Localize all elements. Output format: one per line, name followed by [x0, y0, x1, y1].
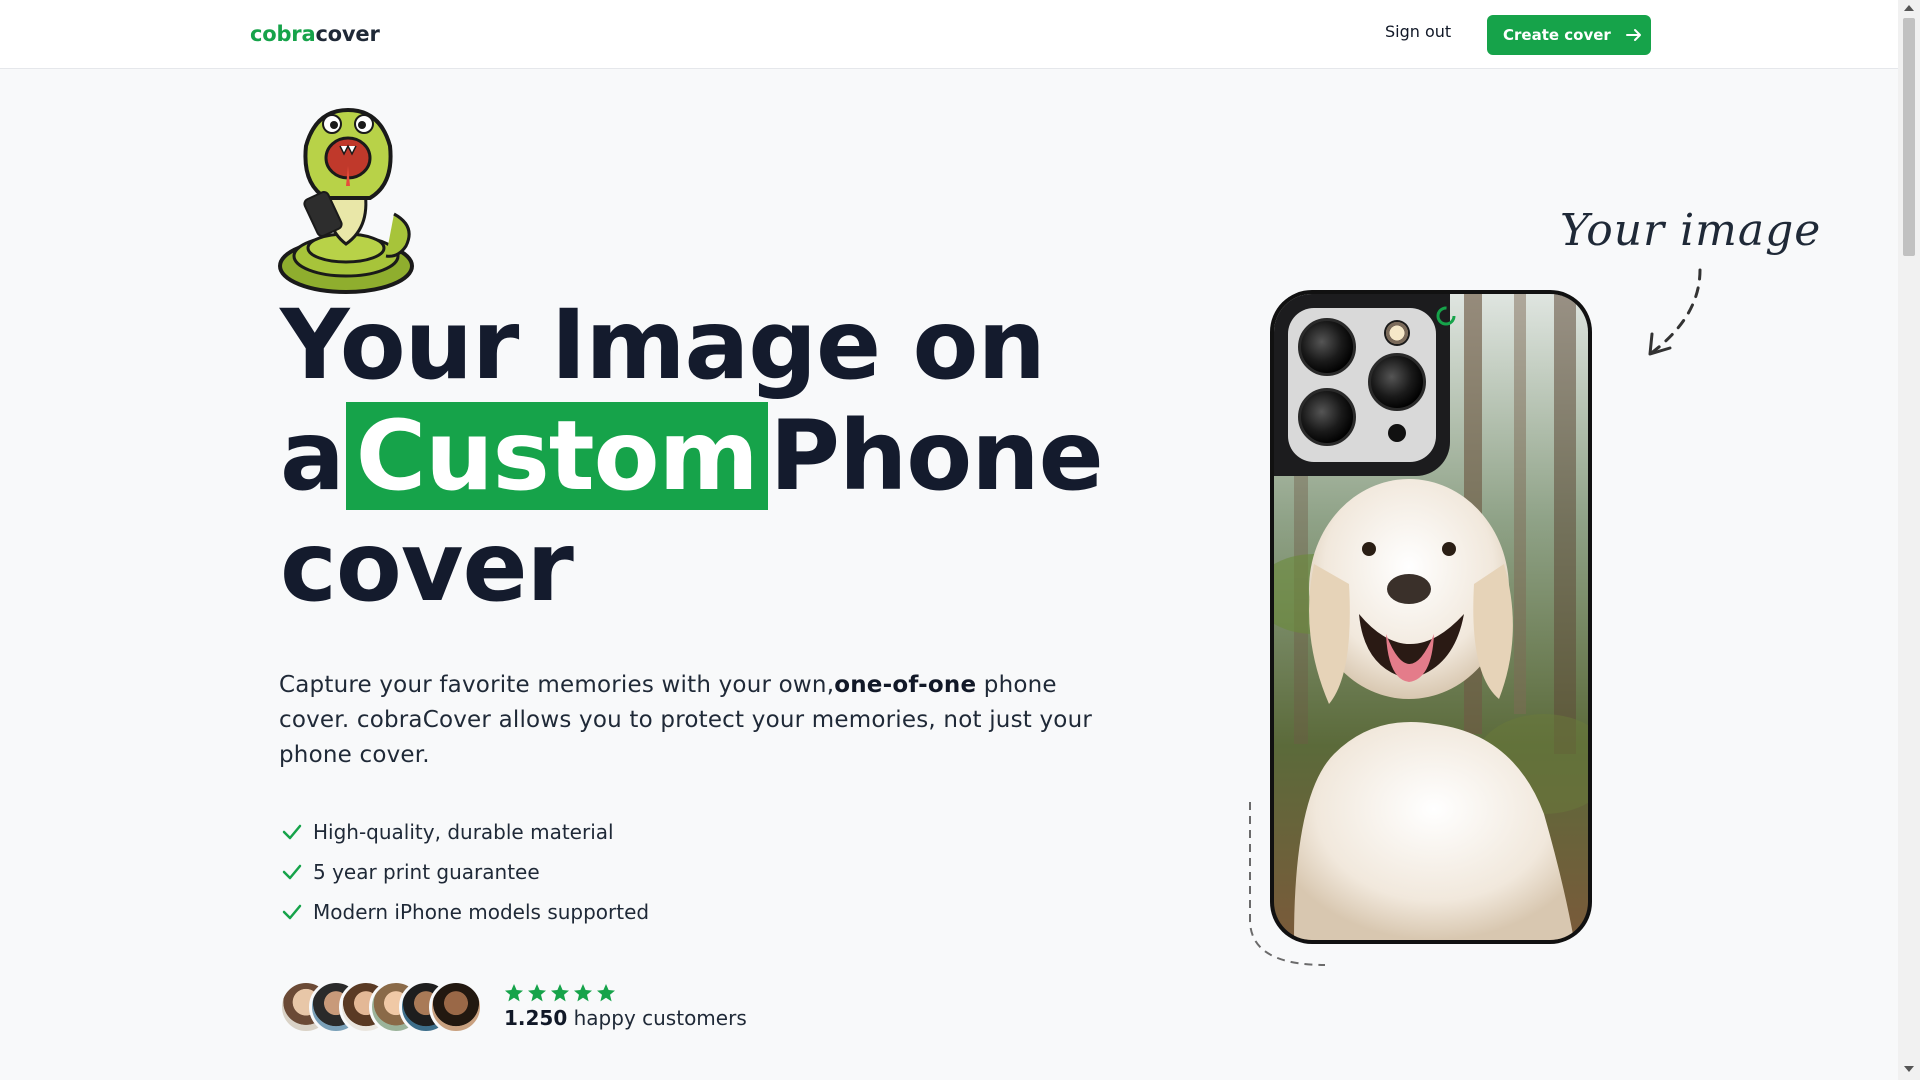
brand-logo[interactable]: cobracover: [250, 22, 380, 46]
star-icon: [528, 984, 546, 1002]
create-cover-button[interactable]: Create cover: [1487, 15, 1651, 55]
flash-icon: [1384, 320, 1410, 346]
camera-lens-icon: [1298, 388, 1356, 446]
feature-list: High-quality, durable material 5 year pr…: [281, 812, 649, 932]
page-scrollbar[interactable]: [1898, 0, 1920, 1080]
headline-line-2: a Custom Phone: [280, 400, 1104, 512]
star-icon: [505, 984, 523, 1002]
feature-label: Modern iPhone models supported: [313, 900, 650, 924]
hero-headline: Your Image on a Custom Phone cover: [280, 289, 1104, 623]
avatar: [429, 980, 483, 1034]
headline-highlight: Custom: [345, 402, 768, 510]
desc-bold: one-of-one: [834, 672, 977, 698]
social-proof: 1.250 happy customers: [279, 980, 1039, 1034]
star-icon: [551, 984, 569, 1002]
headline-line-3: cover: [280, 511, 574, 623]
customers-label: happy customers: [567, 1006, 747, 1030]
headline-prefix: a: [280, 400, 345, 512]
camera-lens-icon: [1298, 318, 1356, 376]
feature-label: High-quality, durable material: [313, 820, 614, 844]
top-navbar: cobracover Sign out Create cover: [0, 0, 1898, 69]
headline-suffix: Phone: [769, 400, 1104, 512]
phone-cover-preview: [1270, 290, 1592, 944]
loading-ring-icon: [1436, 306, 1456, 326]
scroll-thumb[interactable]: [1903, 18, 1915, 256]
rating-stars: [504, 983, 616, 1003]
brand-logo-primary: cobra: [250, 22, 316, 46]
brand-logo-secondary: cover: [315, 22, 380, 46]
camera-plate: [1288, 308, 1436, 462]
feature-item: 5 year print guarantee: [281, 852, 649, 892]
cobra-snake-icon: [278, 107, 414, 294]
your-image-annotation: Your image: [1560, 205, 1822, 256]
camera-module: [1274, 294, 1450, 476]
headline-line-1: Your Image on: [280, 289, 1046, 401]
feature-label: 5 year print guarantee: [313, 860, 540, 884]
sensor-icon: [1388, 424, 1406, 442]
star-icon: [574, 984, 592, 1002]
check-icon: [282, 864, 302, 880]
scroll-up-icon[interactable]: [1904, 5, 1914, 11]
check-icon: [282, 904, 302, 920]
feature-item: Modern iPhone models supported: [281, 892, 649, 932]
scroll-down-icon[interactable]: [1904, 1066, 1914, 1072]
phone-image: [1274, 294, 1588, 940]
desc-part-1: Capture your favorite memories with your…: [279, 672, 835, 698]
customers-count: 1.250 happy customers: [504, 1006, 747, 1030]
feature-item: High-quality, durable material: [281, 812, 649, 852]
dashed-arrow-icon: [1648, 268, 1702, 356]
arrow-right-icon: [1625, 29, 1641, 41]
check-icon: [282, 824, 302, 840]
sign-out-link[interactable]: Sign out: [1385, 22, 1451, 41]
camera-lens-icon: [1368, 353, 1426, 411]
customers-number: 1.250: [504, 1006, 568, 1030]
create-cover-label: Create cover: [1503, 26, 1611, 44]
hero-description: Capture your favorite memories with your…: [279, 668, 1099, 773]
star-icon: [597, 984, 615, 1002]
